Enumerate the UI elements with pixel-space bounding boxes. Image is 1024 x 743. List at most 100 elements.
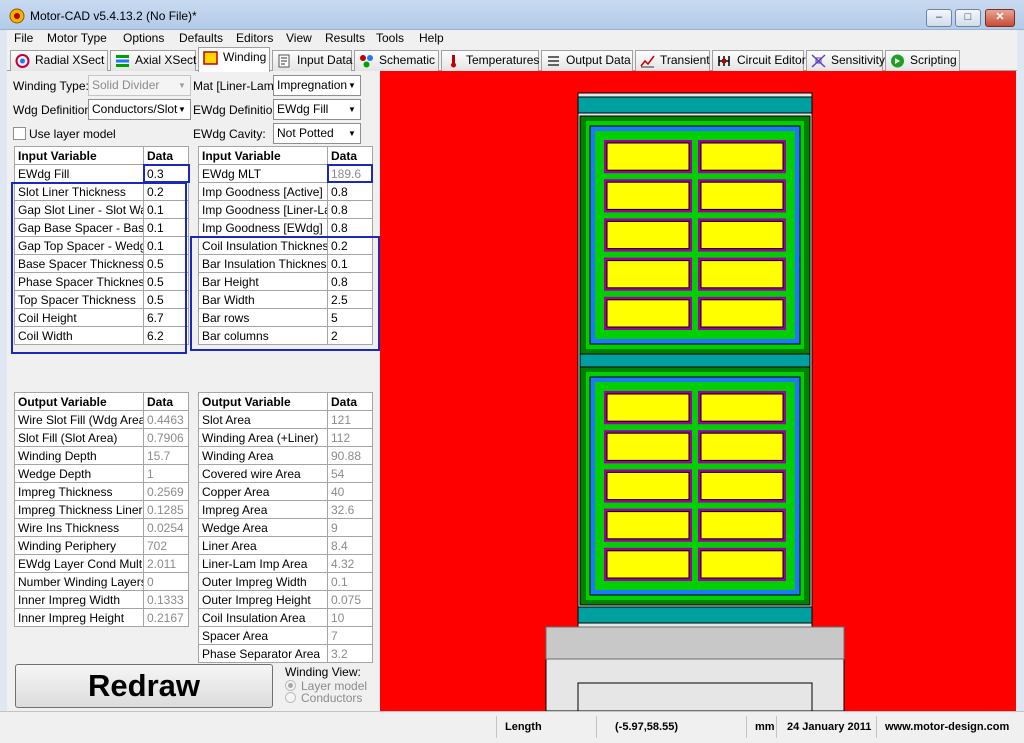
value-cell[interactable]: 0.2 bbox=[327, 236, 373, 255]
value-cell[interactable]: 0.1 bbox=[327, 254, 373, 273]
menu-view[interactable]: View bbox=[286, 31, 312, 45]
mat-liner-lam-select[interactable]: Impregnation ▼ bbox=[273, 75, 361, 96]
menu-results[interactable]: Results bbox=[325, 31, 365, 45]
value-cell: 0.2167 bbox=[143, 608, 189, 627]
ewdg-definition-select[interactable]: EWdg Fill ▼ bbox=[273, 99, 361, 120]
tab-circuit-editor[interactable]: Circuit Editor bbox=[712, 50, 806, 71]
tab-schematic[interactable]: Schematic bbox=[354, 50, 439, 71]
ewdg-definition-label: EWdg Definition: bbox=[193, 103, 283, 117]
radial-section-icon bbox=[15, 54, 30, 68]
tab-input-data[interactable]: Input Data bbox=[272, 50, 352, 71]
variable-name-cell: Wire Ins Thickness bbox=[14, 518, 144, 537]
value-cell: 121 bbox=[327, 410, 373, 429]
column-header: Output Variable bbox=[198, 392, 328, 411]
value-cell: 4.32 bbox=[327, 554, 373, 573]
variable-name-cell: Winding Area bbox=[198, 446, 328, 465]
top-spacer bbox=[577, 96, 813, 114]
value-cell: 0.1285 bbox=[143, 500, 189, 519]
menu-file[interactable]: File bbox=[14, 31, 33, 45]
value-cell[interactable]: 0.5 bbox=[143, 290, 189, 309]
menu-tools[interactable]: Tools bbox=[376, 31, 404, 45]
redraw-button[interactable]: Redraw bbox=[15, 664, 273, 708]
value-cell[interactable]: 2.5 bbox=[327, 290, 373, 309]
value-cell[interactable]: 0.2 bbox=[143, 182, 189, 201]
table-row: Slot Area 121 bbox=[198, 410, 373, 429]
menu-help[interactable]: Help bbox=[419, 31, 444, 45]
table-row: Wire Slot Fill (Wdg Area) 0.4463 bbox=[14, 410, 189, 429]
value-cell[interactable]: 6.7 bbox=[143, 308, 189, 327]
winding-type-label: Winding Type: bbox=[13, 79, 89, 93]
minimize-button[interactable]: – bbox=[926, 9, 952, 27]
tab-axial-xsect[interactable]: Axial XSect bbox=[110, 50, 196, 71]
value-cell[interactable]: 2 bbox=[327, 326, 373, 345]
base-spacer bbox=[577, 606, 813, 624]
use-layer-model-checkbox[interactable] bbox=[13, 127, 26, 140]
table-row: Outer Impreg Width 0.1 bbox=[198, 572, 373, 591]
variable-name-cell: Spacer Area bbox=[198, 626, 328, 645]
table-row: Impreg Thickness 0.2569 bbox=[14, 482, 189, 501]
value-cell[interactable]: 0.8 bbox=[327, 272, 373, 291]
value-cell[interactable]: 6.2 bbox=[143, 326, 189, 345]
value-cell[interactable]: 0.3 bbox=[143, 164, 189, 183]
value-cell[interactable]: 5 bbox=[327, 308, 373, 327]
variable-name-cell: Top Spacer Thickness bbox=[14, 290, 144, 309]
variable-name-cell: Impreg Thickness Liner bbox=[14, 500, 144, 519]
tab-sensitivity[interactable]: Sensitivity bbox=[806, 50, 885, 71]
value-cell[interactable]: 0.1 bbox=[143, 236, 189, 255]
conductors-radio[interactable] bbox=[285, 692, 296, 703]
maximize-button[interactable]: □ bbox=[955, 9, 981, 27]
variable-name-cell: Phase Separator Area bbox=[198, 644, 328, 663]
value-cell[interactable]: 0.8 bbox=[327, 200, 373, 219]
value-cell[interactable]: 0.5 bbox=[143, 254, 189, 273]
tab-output-data[interactable]: Output Data bbox=[541, 50, 633, 71]
variable-name-cell: Outer Impreg Height bbox=[198, 590, 328, 609]
value-cell[interactable]: 0.8 bbox=[327, 218, 373, 237]
value-cell: 1 bbox=[143, 464, 189, 483]
winding-canvas[interactable] bbox=[380, 71, 1016, 712]
value-cell: 0.0254 bbox=[143, 518, 189, 537]
menu-options[interactable]: Options bbox=[123, 31, 164, 45]
menu-defaults[interactable]: Defaults bbox=[179, 31, 223, 45]
layer-model-radio[interactable] bbox=[285, 680, 296, 691]
table-row: Winding Area (+Liner) 112 bbox=[198, 428, 373, 447]
value-cell: 0 bbox=[143, 572, 189, 591]
value-cell[interactable]: 0.1 bbox=[143, 200, 189, 219]
winding-type-select[interactable]: Solid Divider ▼ bbox=[88, 75, 191, 96]
variable-name-cell: Winding Area (+Liner) bbox=[198, 428, 328, 447]
tab-winding[interactable]: Winding bbox=[198, 47, 270, 72]
table-row: Wire Ins Thickness 0.0254 bbox=[14, 518, 189, 537]
output-data-icon bbox=[548, 56, 559, 66]
status-bar: Length (-5.97,58.55) mm 24 January 2011 … bbox=[0, 711, 1024, 743]
tab-transient[interactable]: Transient bbox=[635, 50, 710, 71]
variable-name-cell: Gap Base Spacer - Base bbox=[14, 218, 144, 237]
table-row: Bar Width 2.5 bbox=[198, 290, 373, 309]
status-coordinates: (-5.97,58.55) bbox=[596, 716, 746, 738]
menu-motor-type[interactable]: Motor Type bbox=[47, 31, 107, 45]
variable-name-cell: Liner Area bbox=[198, 536, 328, 555]
conductor-bar bbox=[700, 471, 784, 501]
variable-name-cell: Impreg Thickness bbox=[14, 482, 144, 501]
phase-spacer bbox=[579, 353, 811, 368]
tab-scripting[interactable]: Scripting bbox=[885, 50, 960, 71]
table-row: Liner Area 8.4 bbox=[198, 536, 373, 555]
winding-icon bbox=[203, 51, 218, 65]
tooth-tip bbox=[545, 626, 845, 660]
value-cell[interactable]: 0.5 bbox=[143, 272, 189, 291]
table-row: Coil Height 6.7 bbox=[14, 308, 189, 327]
ewdg-cavity-select[interactable]: Not Potted ▼ bbox=[273, 123, 361, 144]
status-date: 24 January 2011 bbox=[776, 716, 876, 738]
value-cell[interactable]: 0.1 bbox=[143, 218, 189, 237]
tab-temperatures[interactable]: Temperatures bbox=[441, 50, 539, 71]
wdg-definition-select[interactable]: Conductors/Slot ▼ bbox=[88, 99, 191, 120]
coils bbox=[579, 115, 811, 606]
table-row: Outer Impreg Height 0.075 bbox=[198, 590, 373, 609]
status-length-label: Length bbox=[496, 716, 596, 738]
table-row: Phase Spacer Thickness 0.5 bbox=[14, 272, 189, 291]
value-cell[interactable]: 0.8 bbox=[327, 182, 373, 201]
close-button[interactable]: ✕ bbox=[985, 9, 1015, 27]
variable-name-cell: Bar rows bbox=[198, 308, 328, 327]
table-row: Wedge Depth 1 bbox=[14, 464, 189, 483]
table-row: Imp Goodness [Active] 0.8 bbox=[198, 182, 373, 201]
menu-editors[interactable]: Editors bbox=[236, 31, 273, 45]
tab-radial-xsect[interactable]: Radial XSect bbox=[10, 50, 108, 71]
